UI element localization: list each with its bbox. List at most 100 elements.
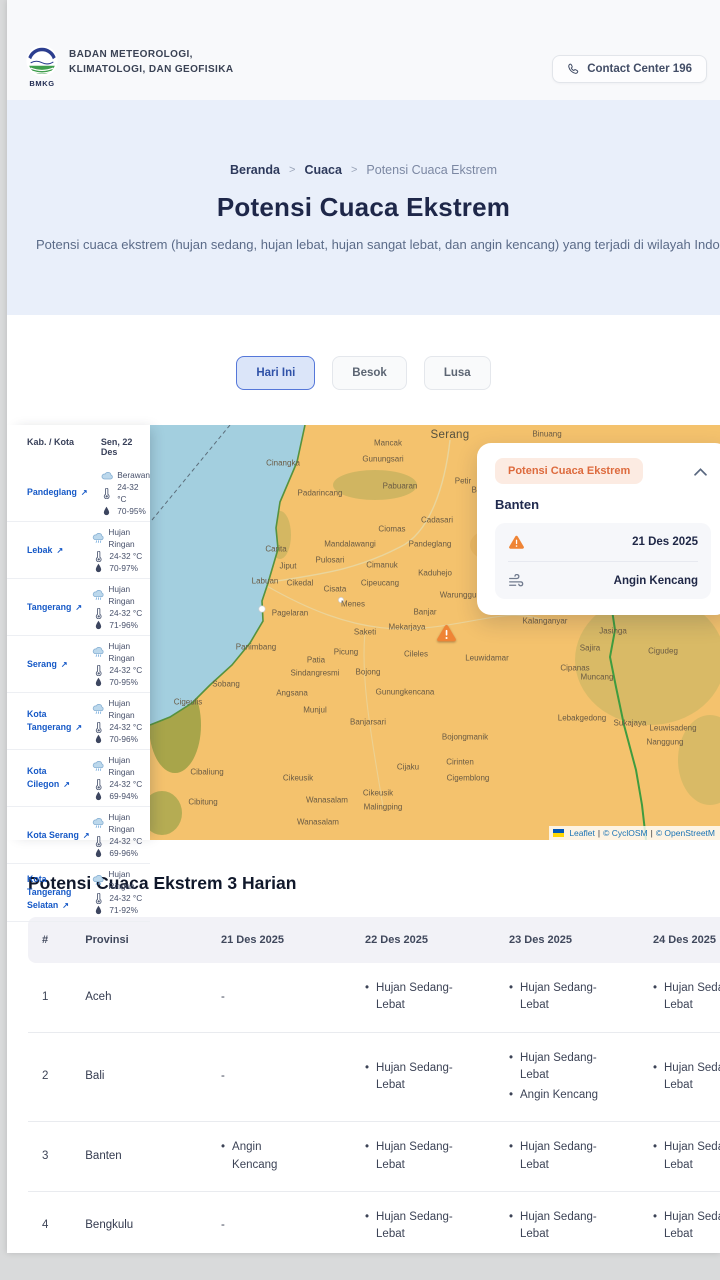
chevron-up-icon [694,468,707,476]
forecast-info-line: Hujan Ringan [92,754,150,778]
forecast-info: Hujan Ringan24-32 °C70-95% [92,640,150,688]
temperature-range: 24-32 °C [109,550,142,562]
map-place-label: Sukajaya [614,719,647,728]
humidity-icon [92,563,105,573]
map-place-label: Cigemblong [447,774,490,783]
map-place-label: Cibitung [188,798,217,807]
hazard-list: •Hujan Sedang-Lebat [653,1060,720,1095]
humidity-range: 70-97% [109,562,138,574]
city-name-link[interactable]: Kota Tangerang Selatan↗ [27,873,92,913]
row-number: 4 [28,1191,73,1253]
bullet-icon: • [365,1139,369,1174]
forecast-row[interactable]: Kota Tangerang↗Hujan Ringan24-32 °C70-96… [7,693,150,750]
city-name-link[interactable]: Lebak ↗ [27,544,92,557]
temperature-range: 24-32 °C [109,892,142,904]
condition-label: Hujan Ringan [108,754,150,778]
col-date-24: 24 Des 2025 [641,917,720,963]
map-place-label: Cimanuk [366,561,398,570]
forecast-info-line: 69-94% [92,790,150,802]
contact-center-button[interactable]: Contact Center 196 [552,55,707,83]
map-place-label: Patia [307,656,325,665]
province-name: Banten [73,1121,209,1191]
bullet-icon: • [653,1139,657,1174]
extreme-weather-table: # Provinsi 21 Des 2025 22 Des 2025 23 De… [28,917,720,1253]
hazard-item: •Hujan Sedang-Lebat [653,1209,720,1244]
forecast-row[interactable]: Kota Cilegon↗ Hujan Ringan24-32 °C69-94% [7,750,150,807]
row-number: 2 [28,1032,73,1122]
forecast-info-line: Hujan Ringan [92,697,150,721]
city-name-label: Lebak [27,545,52,555]
external-link-icon: ↗ [56,546,63,555]
condition-label: Hujan Ringan [108,697,150,721]
forecast-info-line: 70-95% [100,505,150,517]
external-link-icon: ↗ [75,723,82,732]
forecast-row[interactable]: Pandeglang↗Berawan24-32 °C70-95% [7,465,150,522]
col-number: # [28,917,73,963]
forecast-cell: - [209,963,353,1032]
forecast-info-line: 24-32 °C [92,721,150,733]
map-place-label: Cigeulis [174,698,202,707]
tab-hari-ini[interactable]: Hari Ini [236,356,315,390]
bmkg-logo[interactable]: BMKG BADAN METEOROLOGI, KLIMATOLOGI, DAN… [25,44,233,88]
forecast-list: Pandeglang↗Berawan24-32 °C70-95% Lebak ↗ Hu… [7,465,150,922]
condition-label: Hujan Ringan [108,640,150,664]
external-link-icon: ↗ [81,488,88,497]
hazard-list: •Angin Kencang [221,1139,341,1174]
warning-hazard: Angin Kencang [614,575,698,587]
city-name-link[interactable]: Serang↗ [27,658,92,671]
cyclosm-link[interactable]: © CyclOSM [603,828,648,838]
map-place-label: Wanasalam [297,818,339,827]
hazard-label: Hujan Sedang-Lebat [664,1060,720,1095]
map-place-label: Ciomas [378,525,405,534]
hazard-item: •Hujan Sedang-Lebat [365,1209,485,1244]
condition-label: Hujan Ringan [108,526,150,550]
rain-cloud-icon [92,761,104,772]
humidity-range: 69-94% [109,790,138,802]
city-name-link[interactable]: Kota Cilegon↗ [27,765,92,791]
forecast-cell: •Hujan Sedang-Lebat [353,1032,497,1122]
forecast-info: Hujan Ringan24-32 °C71-96% [92,583,150,631]
city-name-link[interactable]: Tangerang↗ [27,601,92,614]
forecast-row[interactable]: Kota Tangerang Selatan↗Hujan Ringan24-32… [7,864,150,921]
map-place-label: Lebakgedong [558,714,607,723]
openstreetmap-link[interactable]: © OpenStreetM [656,828,715,838]
hazard-label: Hujan Sedang-Lebat [664,1209,720,1244]
leaflet-link[interactable]: Leaflet [569,828,595,838]
map-place-label: Sajira [580,644,600,653]
bullet-icon: • [509,1050,513,1085]
external-link-icon: ↗ [63,780,70,789]
forecast-info-line: 24-32 °C [92,607,150,619]
forecast-cell: - [209,1032,353,1122]
hero-section: Beranda > Cuaca > Potensi Cuaca Ekstrem … [7,100,720,315]
tab-besok[interactable]: Besok [332,356,407,390]
forecast-row[interactable]: Serang↗Hujan Ringan24-32 °C70-95% [7,636,150,693]
weather-map[interactable]: SerangBinuangMancakGunungsariCinangkaPab… [150,425,720,840]
temperature-range: 24-32 °C [117,481,150,505]
forecast-cell: •Hujan Sedang-Lebat [641,1032,720,1122]
table-row: 4Bengkulu-•Hujan Sedang-Lebat•Hujan Seda… [28,1191,720,1253]
map-warning-marker[interactable] [436,624,457,648]
hazard-list: •Hujan Sedang-Lebat [365,1209,485,1244]
city-name-link[interactable]: Kota Serang↗ [27,829,92,842]
chevron-right-icon: > [351,164,357,176]
breadcrumb-cuaca[interactable]: Cuaca [304,163,342,177]
map-place-label: Mancak [374,439,402,448]
humidity-icon [92,848,105,858]
forecast-row[interactable]: Kota Serang↗Hujan Ringan24-32 °C69-96% [7,807,150,864]
city-name-link[interactable]: Kota Tangerang↗ [27,708,92,734]
map-place-label: Leuwidamar [465,654,509,663]
bullet-icon: • [653,980,657,1015]
city-name-link[interactable]: Pandeglang↗ [27,486,100,499]
province-name: Bengkulu [73,1191,209,1253]
tab-lusa[interactable]: Lusa [424,356,491,390]
collapse-card-button[interactable] [690,460,711,483]
attribution-separator: | [651,828,653,838]
forecast-row[interactable]: Tangerang↗Hujan Ringan24-32 °C71-96% [7,579,150,636]
temperature-range: 24-32 °C [109,778,142,790]
hazard-label: Hujan Sedang-Lebat [520,1139,618,1174]
forecast-row[interactable]: Lebak ↗ Hujan Ringan24-32 °C70-97% [7,522,150,579]
cloud-icon [100,471,113,480]
breadcrumb-beranda[interactable]: Beranda [230,163,280,177]
hazard-label: Hujan Sedang-Lebat [664,980,720,1015]
list-header-date: Sen, 22 Des [101,437,150,457]
